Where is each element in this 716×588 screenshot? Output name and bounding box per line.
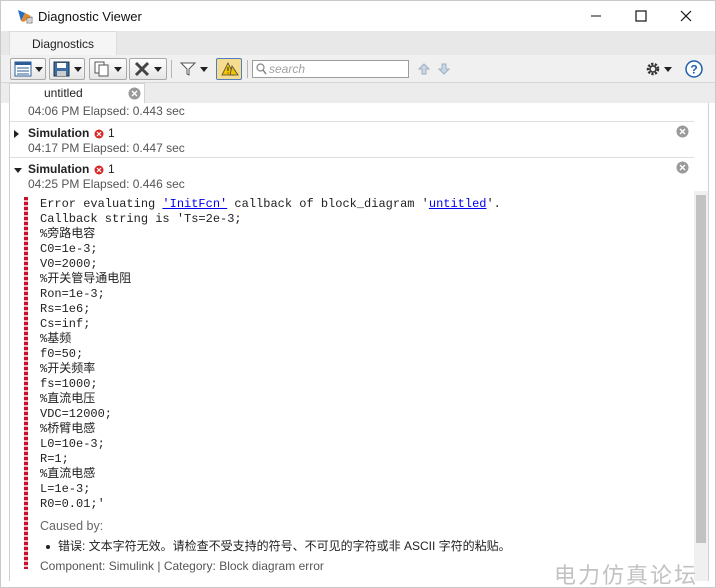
message-text: '. (486, 197, 501, 211)
code-line: %直流电压 (40, 392, 96, 406)
untitled-link[interactable]: untitled (429, 197, 487, 211)
filter-button[interactable] (175, 58, 211, 80)
tab-untitled-label: untitled (44, 86, 83, 100)
code-line: V0=2000; (40, 257, 98, 271)
close-tab-button[interactable] (128, 87, 141, 103)
code-line: %开关管导通电阻 (40, 272, 132, 286)
document-tab-strip: untitled (1, 83, 715, 103)
vertical-scrollbar[interactable] (694, 191, 708, 581)
tab-untitled[interactable]: untitled (9, 83, 145, 103)
scrollbar-thumb[interactable] (696, 195, 706, 543)
diagnostic-row[interactable]: 04:06 PM Elapsed: 0.443 sec (10, 103, 694, 122)
diagnostic-row[interactable]: Simulation 1 04:17 PM Elapsed: 0.447 sec (10, 122, 694, 158)
row-title: Simulation (28, 126, 90, 140)
filter-icon (179, 62, 197, 76)
help-button[interactable]: ? (684, 58, 704, 80)
code-line: Rs=1e6; (40, 302, 91, 316)
close-icon (680, 10, 692, 22)
error-count: 1 (108, 126, 115, 140)
cause-text: 错误: 文本字符无效。请检查不受支持的符号、不可见的字符或非 ASCII 字符的… (58, 539, 511, 553)
list-view-icon (14, 61, 32, 77)
close-circle-icon (676, 161, 689, 174)
code-line: C0=1e-3; (40, 242, 98, 256)
main-tab-strip: Diagnostics (1, 31, 715, 55)
copy-icon (94, 61, 109, 77)
help-icon: ? (685, 60, 703, 78)
code-line: %基频 (40, 332, 72, 346)
row-meta: 04:17 PM Elapsed: 0.447 sec (28, 141, 185, 155)
error-message: Error evaluating 'InitFcn' callback of b… (40, 197, 501, 512)
remove-row-button[interactable] (676, 161, 689, 177)
code-line: VDC=12000; (40, 407, 113, 421)
close-circle-icon (676, 125, 689, 138)
matlab-app-icon (16, 7, 34, 25)
caused-by-label: Caused by: (40, 519, 104, 533)
copy-button[interactable] (89, 58, 127, 80)
save-icon (53, 61, 70, 77)
code-line: L=1e-3; (40, 482, 91, 496)
title-bar: Diagnostic Viewer (1, 1, 715, 31)
code-line: %直流电感 (40, 467, 96, 481)
watermark: 电力仿真论坛 (554, 564, 699, 588)
toolbar: ? (1, 55, 715, 83)
window-title: Diagnostic Viewer (38, 9, 142, 24)
expand-triangle-icon[interactable] (14, 130, 19, 138)
delete-x-icon (134, 61, 150, 77)
message-text: callback of block_diagram ' (227, 197, 429, 211)
message-text: Error evaluating (40, 197, 163, 211)
bullet-icon (46, 544, 50, 549)
row-title: Simulation (28, 162, 90, 176)
row-meta: 04:06 PM Elapsed: 0.443 sec (28, 104, 185, 118)
close-window-button[interactable] (663, 1, 709, 31)
diagnostic-viewer-window: Diagnostic Viewer Diagnostics search ? u… (0, 0, 716, 588)
error-icon (94, 128, 104, 142)
close-circle-icon (128, 87, 141, 100)
code-line: Callback string is 'Ts=2e-3; (40, 212, 242, 226)
component-category: Component: Simulink | Category: Block di… (40, 559, 324, 573)
arrow-up-icon (418, 63, 430, 75)
code-line: Cs=inf; (40, 317, 91, 331)
row-meta: 04:25 PM Elapsed: 0.446 sec (28, 177, 185, 191)
maximize-button[interactable] (618, 1, 664, 31)
code-line: Ron=1e-3; (40, 287, 105, 301)
diagnostics-list: 04:06 PM Elapsed: 0.443 sec Simulation 1… (9, 103, 709, 581)
previous-result-button[interactable] (415, 58, 433, 80)
error-icon (94, 164, 104, 178)
maximize-icon (635, 10, 647, 22)
warnings-toggle-button[interactable] (216, 58, 242, 80)
minimize-icon (591, 15, 601, 17)
next-result-button[interactable] (435, 58, 453, 80)
arrow-down-icon (438, 63, 450, 75)
initfcn-link[interactable]: 'InitFcn' (162, 197, 227, 211)
code-line: %旁路电容 (40, 227, 96, 241)
code-line: L0=10e-3; (40, 437, 105, 451)
code-line: %开关频率 (40, 362, 96, 376)
code-line: %桥臂电感 (40, 422, 96, 436)
search-icon (256, 63, 267, 78)
remove-row-button[interactable] (676, 125, 689, 141)
code-line: f0=50; (40, 347, 84, 361)
code-line: R0=0.01;' (40, 497, 105, 511)
search-box[interactable] (252, 60, 409, 78)
search-input[interactable] (269, 62, 405, 76)
view-mode-button[interactable] (10, 58, 46, 80)
cause-item: 错误: 文本字符无效。请检查不受支持的符号、不可见的字符或非 ASCII 字符的… (46, 537, 511, 554)
error-detail: Error evaluating 'InitFcn' callback of b… (24, 197, 692, 581)
save-button[interactable] (49, 58, 85, 80)
gear-icon (646, 62, 660, 76)
tab-diagnostics[interactable]: Diagnostics (9, 31, 117, 55)
code-line: R=1; (40, 452, 69, 466)
settings-button[interactable] (641, 58, 675, 80)
warning-icon (221, 62, 239, 76)
clear-button[interactable] (129, 58, 167, 80)
collapse-triangle-icon[interactable] (14, 168, 22, 173)
error-count: 1 (108, 162, 115, 176)
svg-text:?: ? (690, 63, 697, 77)
code-line: fs=1000; (40, 377, 98, 391)
error-marker-bar (24, 197, 28, 569)
minimize-button[interactable] (573, 1, 619, 31)
